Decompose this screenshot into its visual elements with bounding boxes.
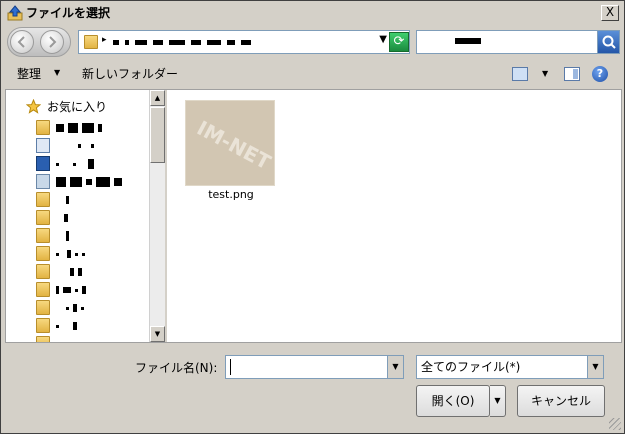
forward-button[interactable]: [40, 30, 64, 54]
nav-item[interactable]: [6, 263, 149, 281]
organize-dropdown-icon[interactable]: ▼: [54, 68, 60, 77]
redacted-label: [56, 320, 77, 332]
cancel-button[interactable]: キャンセル: [517, 385, 605, 417]
folder-icon: [36, 282, 50, 297]
search-box[interactable]: [416, 30, 620, 54]
thumbnail-watermark: IM-NET: [193, 115, 275, 175]
address-dropdown-icon[interactable]: ▼: [379, 34, 387, 45]
views-icon[interactable]: [512, 67, 528, 81]
bottom-panel: ファイル名(N): ▼ 全てのファイル(*) ▼ 開く(O) ▼ キャンセル: [2, 343, 623, 432]
nav-item[interactable]: [6, 155, 149, 173]
nav-item[interactable]: [6, 335, 149, 342]
nav-item[interactable]: [6, 137, 149, 155]
scroll-down-icon[interactable]: ▼: [150, 326, 165, 342]
title-bar: ファイルを選択 X: [2, 2, 623, 24]
monitor-icon: [36, 156, 50, 171]
redacted-label: [56, 194, 69, 206]
network-icon: [36, 174, 50, 189]
redacted-label: [56, 230, 69, 242]
folder-icon: [36, 264, 50, 279]
file-open-dialog: ファイルを選択 X ▸ ▼ ⟳ 整理 ▼ 新しいフォルダー ▼ ? お気に入り …: [0, 0, 625, 434]
folder-icon: [36, 246, 50, 261]
nav-item[interactable]: [6, 209, 149, 227]
nav-item[interactable]: [6, 119, 149, 137]
folder-icon: [36, 228, 50, 243]
close-button[interactable]: X: [601, 5, 619, 21]
file-name: test.png: [208, 188, 254, 201]
address-row: ▸ ▼ ⟳: [2, 24, 623, 59]
redacted-label: [56, 122, 102, 134]
content-area: お気に入り ▲ ▼ IM-NET test.png: [5, 89, 622, 343]
folder-icon: [36, 336, 50, 342]
redacted-label: [56, 248, 85, 260]
text-caret: [230, 359, 231, 375]
breadcrumb-arrow-icon[interactable]: ▸: [102, 35, 107, 45]
window-title: ファイルを選択: [26, 6, 111, 20]
redacted-label: [56, 176, 122, 188]
computer-icon: [36, 138, 50, 153]
folder-icon: [36, 300, 50, 315]
redacted-label: [56, 338, 126, 342]
nav-item[interactable]: [6, 281, 149, 299]
folder-icon: [84, 35, 98, 49]
nav-item[interactable]: [6, 227, 149, 245]
nav-item[interactable]: [6, 191, 149, 209]
nav-label-favorites: お気に入り: [47, 100, 108, 114]
redacted-label: [56, 266, 82, 278]
nav-scrollbar[interactable]: ▲ ▼: [149, 90, 165, 342]
folder-icon: [36, 192, 50, 207]
filename-field[interactable]: ▼: [225, 355, 404, 379]
open-button[interactable]: 開く(O): [416, 385, 490, 417]
scroll-thumb[interactable]: [150, 107, 165, 163]
search-button[interactable]: [597, 31, 619, 53]
search-icon: [602, 35, 616, 49]
scroll-up-icon[interactable]: ▲: [150, 90, 165, 106]
forward-arrow-icon: [49, 36, 57, 48]
back-button[interactable]: [10, 30, 34, 54]
filetype-dropdown-icon[interactable]: ▼: [587, 356, 603, 378]
nav-item[interactable]: [6, 317, 149, 335]
star-icon: [26, 99, 41, 114]
filename-label: ファイル名(N):: [135, 361, 218, 375]
nav-item-favorites[interactable]: お気に入り: [6, 98, 149, 116]
open-dropdown-icon[interactable]: ▼: [490, 385, 506, 417]
redacted-label: [56, 212, 68, 224]
upload-icon: [7, 5, 23, 21]
nav-item[interactable]: [6, 173, 149, 191]
breadcrumb-redacted: [113, 34, 251, 50]
resize-grip[interactable]: [609, 418, 621, 430]
search-redacted: [455, 38, 481, 44]
filetype-value: 全てのファイル(*): [421, 360, 521, 374]
organize-menu[interactable]: 整理: [17, 66, 41, 82]
address-bar[interactable]: ▸ ▼ ⟳: [78, 30, 410, 54]
file-item[interactable]: IM-NET test.png: [185, 100, 279, 210]
preview-pane-icon[interactable]: [564, 67, 580, 81]
refresh-button[interactable]: ⟳: [389, 32, 409, 52]
back-arrow-icon: [17, 36, 25, 48]
filetype-select[interactable]: 全てのファイル(*) ▼: [416, 355, 604, 379]
new-folder-button[interactable]: 新しいフォルダー: [82, 66, 178, 82]
file-list[interactable]: IM-NET test.png: [167, 90, 621, 342]
nav-item[interactable]: [6, 245, 149, 263]
redacted-label: [56, 140, 94, 152]
navigation-pane[interactable]: お気に入り: [6, 90, 149, 342]
toolbar: 整理 ▼ 新しいフォルダー ▼ ?: [2, 61, 623, 89]
folder-icon: [36, 318, 50, 333]
folder-icon: [36, 210, 50, 225]
help-icon[interactable]: ?: [592, 66, 608, 82]
views-dropdown-icon[interactable]: ▼: [542, 69, 548, 78]
redacted-label: [56, 302, 84, 314]
filename-dropdown-icon[interactable]: ▼: [387, 356, 403, 378]
redacted-label: [56, 284, 86, 296]
download-folder-icon: [36, 120, 50, 135]
redacted-label: [56, 158, 94, 170]
file-thumbnail: IM-NET: [185, 100, 275, 186]
nav-item[interactable]: [6, 299, 149, 317]
